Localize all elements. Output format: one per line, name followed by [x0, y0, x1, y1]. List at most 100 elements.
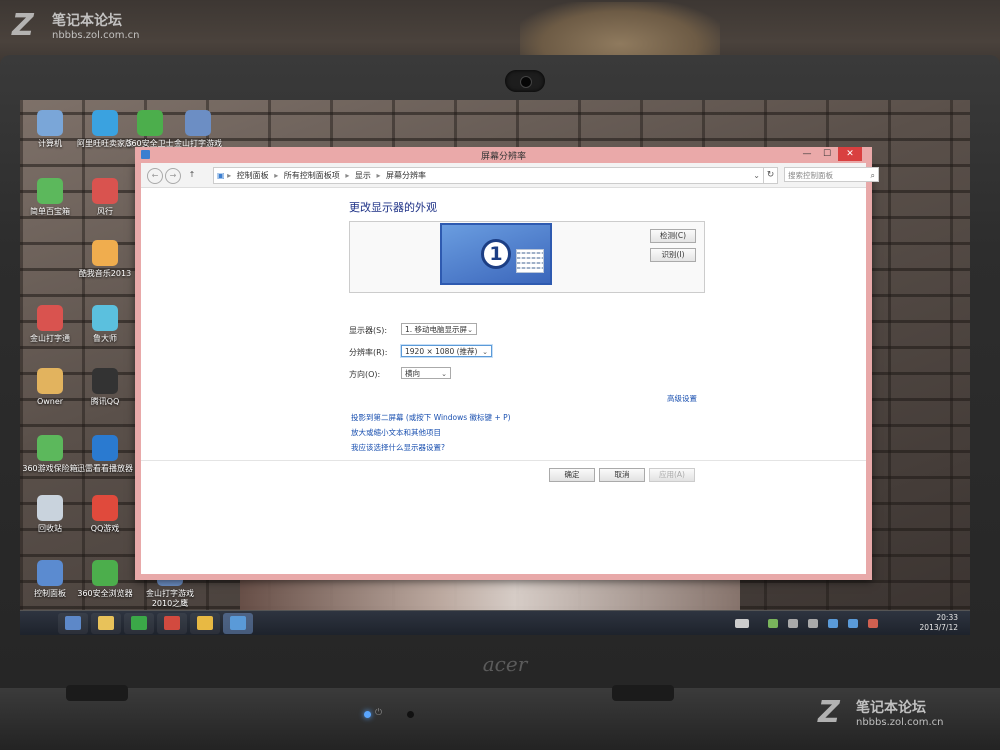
desktop-icon-label: 金山打字游戏2010之鹰	[146, 589, 194, 608]
chevron-down-icon[interactable]: ⌄	[753, 168, 760, 183]
typing-icon	[37, 305, 63, 331]
taskbar-app-button[interactable]	[157, 613, 187, 634]
taskbar-app-button[interactable]	[124, 613, 154, 634]
control-panel-icon	[230, 616, 246, 630]
volume-icon[interactable]	[808, 619, 818, 628]
360-safe-icon	[137, 110, 163, 136]
screen-resolution-window: 屏幕分辨率 — ☐ ✕ ← → ↑ ▣ ▸ 控制面板 ▸ 所有控制面板项 ▸ 显…	[135, 147, 879, 580]
breadcrumb-control-panel[interactable]: 控制面板	[237, 171, 269, 180]
up-button[interactable]: ↑	[185, 168, 199, 182]
tray-app-icon[interactable]	[868, 619, 878, 628]
desktop-icon-label: 360安全浏览器	[77, 589, 133, 598]
watermark-bottom: Z 笔记本论坛 nbbbs.zol.com.cn	[818, 695, 943, 730]
advanced-settings-link[interactable]: 高级设置	[667, 393, 697, 404]
watermark-url: nbbbs.zol.com.cn	[52, 30, 140, 41]
ludashi-icon	[92, 305, 118, 331]
monitor-1[interactable]: 1	[440, 223, 552, 285]
display-label: 显示器(S):	[349, 326, 388, 335]
clock[interactable]: 20:33 2013/7/12	[920, 613, 958, 633]
text-size-link[interactable]: 放大或缩小文本和其他项目	[351, 427, 441, 438]
display-select[interactable]: 1. 移动电脑显示屏 ⌄	[401, 323, 477, 335]
left-hinge	[66, 685, 128, 701]
360-browser-icon	[92, 560, 118, 586]
game-icon	[185, 110, 211, 136]
laptop-base	[0, 688, 1000, 750]
desktop-icon-label: 控制面板	[34, 589, 66, 598]
project-second-screen-link[interactable]: 投影到第二屏幕 (或按下 Windows 徽标键 + P)	[351, 412, 511, 423]
toolbox-icon	[37, 178, 63, 204]
desktop-icon[interactable]: 回收站	[20, 495, 80, 534]
kuwo-icon	[92, 240, 118, 266]
power-symbol: ⏻	[375, 708, 383, 718]
right-hinge	[612, 685, 674, 701]
taskbar-app-button[interactable]	[223, 613, 253, 634]
taskbar-app-button[interactable]	[58, 613, 88, 634]
desktop-icon[interactable]: 计算机	[20, 110, 80, 149]
title-bar[interactable]: 屏幕分辨率 — ☐ ✕	[135, 147, 872, 163]
laptop-brand-logo: acer	[482, 652, 528, 676]
watermark-top: Z 笔记本论坛 nbbbs.zol.com.cn	[12, 8, 139, 43]
orientation-label: 方向(O):	[349, 370, 381, 379]
breadcrumb-display[interactable]: 显示	[355, 171, 371, 180]
desktop-icon-label: Owner	[36, 397, 64, 406]
close-button[interactable]: ✕	[838, 147, 862, 161]
watermark-title: 笔记本论坛	[856, 700, 926, 716]
orientation-value: 横向	[405, 369, 420, 378]
keyboard-icon[interactable]	[735, 619, 749, 628]
apply-button[interactable]: 应用(A)	[649, 468, 695, 482]
file-explorer-icon	[98, 616, 114, 630]
search-placeholder: 搜索控制面板	[788, 171, 833, 180]
cancel-button[interactable]: 取消	[599, 468, 645, 482]
desktop-icon[interactable]: 360游戏保险箱	[20, 435, 80, 474]
desktop-icon[interactable]: Owner	[20, 368, 80, 407]
minimize-button[interactable]: —	[798, 147, 816, 161]
laptop-screen: 计算机阿里旺旺卖家版360安全卫士金山打字游戏2010之猿...简单百宝箱风行3…	[20, 100, 970, 635]
chevron-down-icon: ⌄	[441, 370, 447, 378]
desktop-icon-label: QQ游戏	[90, 524, 120, 533]
user-folder-icon	[37, 368, 63, 394]
detect-button[interactable]: 检测(C)	[650, 229, 696, 243]
page-title: 更改显示器的外观	[349, 201, 437, 214]
display-settings-help-link[interactable]: 我应该选择什么显示器设置?	[351, 442, 445, 453]
desktop-icon-label: 计算机	[38, 139, 62, 148]
breadcrumb[interactable]: ▣ ▸ 控制面板 ▸ 所有控制面板项 ▸ 显示 ▸ 屏幕分辨率 ⌄	[213, 167, 765, 184]
desktop-icon[interactable]: 金山打字通	[20, 305, 80, 344]
folder-icon	[197, 616, 213, 630]
resolution-select[interactable]: 1920 × 1080 (推荐) ⌄	[401, 345, 492, 357]
orientation-select[interactable]: 横向 ⌄	[401, 367, 451, 379]
tray-app-icon[interactable]	[848, 619, 858, 628]
ok-button[interactable]: 确定	[549, 468, 595, 482]
tray-app-icon[interactable]	[828, 619, 838, 628]
aliwangwang-icon	[92, 110, 118, 136]
desktop-icon[interactable]: 360安全浏览器	[75, 560, 135, 599]
search-input[interactable]: 搜索控制面板 ⌕	[784, 167, 879, 182]
search-icon: ⌕	[870, 171, 875, 180]
display-value: 1. 移动电脑显示屏	[405, 325, 468, 334]
identify-button[interactable]: 识别(I)	[650, 248, 696, 262]
taskbar-app-button[interactable]	[190, 613, 220, 634]
forward-button[interactable]: →	[165, 168, 181, 184]
tray-app-icon[interactable]	[768, 619, 778, 628]
breadcrumb-all-items[interactable]: 所有控制面板项	[284, 171, 340, 180]
desktop-icon-label: 360游戏保险箱	[22, 464, 78, 473]
watermark-title: 笔记本论坛	[52, 13, 122, 29]
breadcrumb-screen-resolution[interactable]: 屏幕分辨率	[386, 171, 426, 180]
address-bar: ← → ↑ ▣ ▸ 控制面板 ▸ 所有控制面板项 ▸ 显示 ▸ 屏幕分辨率 ⌄ …	[141, 163, 879, 188]
taskbar: 20:33 2013/7/12	[20, 610, 970, 635]
qqgame-icon	[92, 495, 118, 521]
qq-icon	[92, 368, 118, 394]
taskbar-app-button[interactable]	[91, 613, 121, 634]
desktop-icon[interactable]: QQ游戏	[75, 495, 135, 534]
clock-time: 20:33	[936, 613, 958, 622]
desktop-icon-label: 金山打字通	[30, 334, 70, 343]
chevron-down-icon: ⌄	[467, 326, 473, 334]
desktop-icon[interactable]: 控制面板	[20, 560, 80, 599]
divider	[141, 460, 866, 461]
refresh-button[interactable]: ↻	[763, 167, 778, 184]
back-button[interactable]: ←	[147, 168, 163, 184]
desktop-icon[interactable]: 简单百宝箱	[20, 178, 80, 217]
maximize-button[interactable]: ☐	[818, 147, 836, 161]
360-browser-icon	[131, 616, 147, 630]
control-panel-icon	[37, 560, 63, 586]
network-icon[interactable]	[788, 619, 798, 628]
